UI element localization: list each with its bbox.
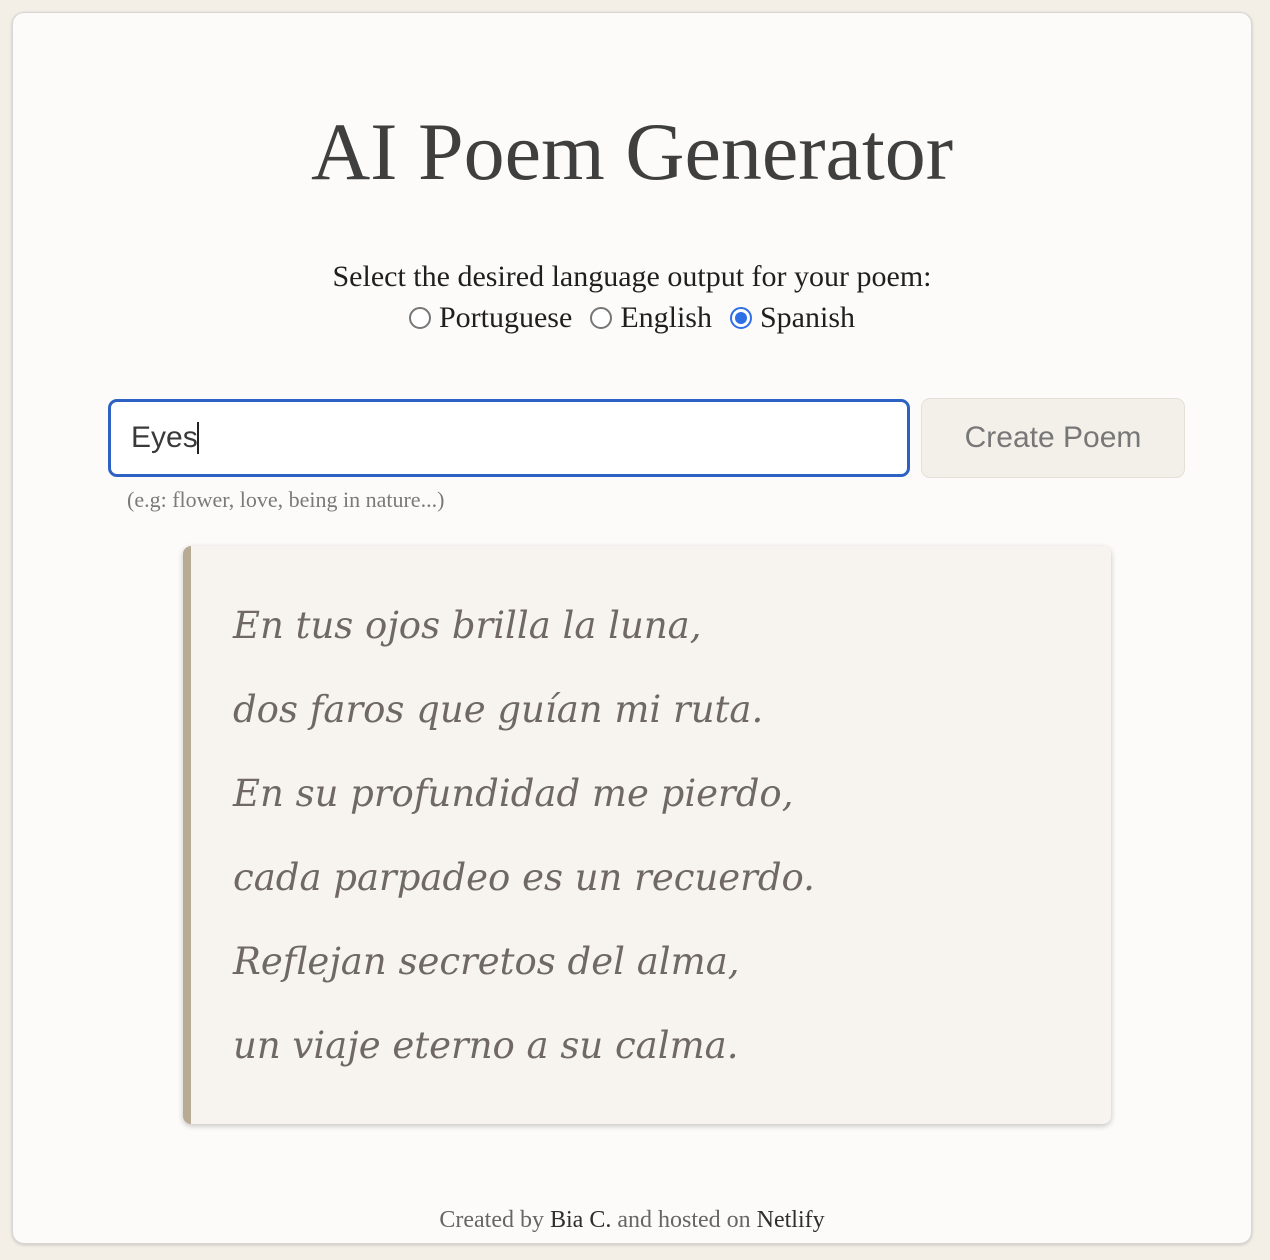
radio-option-english[interactable]: English — [590, 301, 712, 335]
poem-line: un viaje eterno a su calma. — [233, 1024, 739, 1067]
poem-line: En tus ojos brilla la luna, — [233, 604, 702, 647]
poem-output: En tus ojos brilla la luna, dos faros qu… — [183, 546, 1111, 1124]
poem-line: cada parpadeo es un recuerdo. — [233, 856, 815, 899]
footer-middle: and hosted on — [617, 1207, 751, 1233]
language-radio-group: Portuguese English Spanish — [13, 299, 1251, 337]
poem-lines: En tus ojos brilla la luna, dos faros qu… — [233, 584, 815, 1088]
poem-line: Reflejan secretos del alma, — [233, 940, 740, 983]
author-link[interactable]: Bia C. — [550, 1207, 611, 1233]
radio-button-spanish[interactable] — [729, 307, 752, 329]
language-prompt: Select the desired language output for y… — [332, 260, 932, 293]
footer-prefix: Created by — [439, 1207, 544, 1233]
footer: Created by Bia C. and hosted on Netlify — [13, 1207, 1251, 1234]
poem-line: En su profundidad me pierdo, — [233, 772, 794, 815]
text-caret — [197, 422, 199, 454]
radio-option-portuguese[interactable]: Portuguese — [408, 301, 573, 335]
radio-button-english[interactable] — [590, 307, 613, 329]
radio-label-english: English — [620, 301, 712, 334]
radio-button-portuguese[interactable] — [408, 307, 431, 329]
radio-label-portuguese: Portuguese — [438, 301, 573, 334]
create-poem-button[interactable]: Create Poem — [921, 398, 1185, 478]
radio-option-spanish[interactable]: Spanish — [729, 301, 855, 335]
netlify-link[interactable]: Netlify — [757, 1207, 825, 1233]
app-card: AI Poem Generator Select the desired lan… — [12, 12, 1252, 1244]
topic-input[interactable] — [108, 399, 910, 477]
page-title: AI Poem Generator — [310, 106, 954, 197]
radio-label-spanish: Spanish — [759, 301, 855, 334]
input-hint: (e.g: flower, love, being in nature...) — [127, 487, 445, 512]
poem-line: dos faros que guían mi ruta. — [233, 688, 764, 731]
